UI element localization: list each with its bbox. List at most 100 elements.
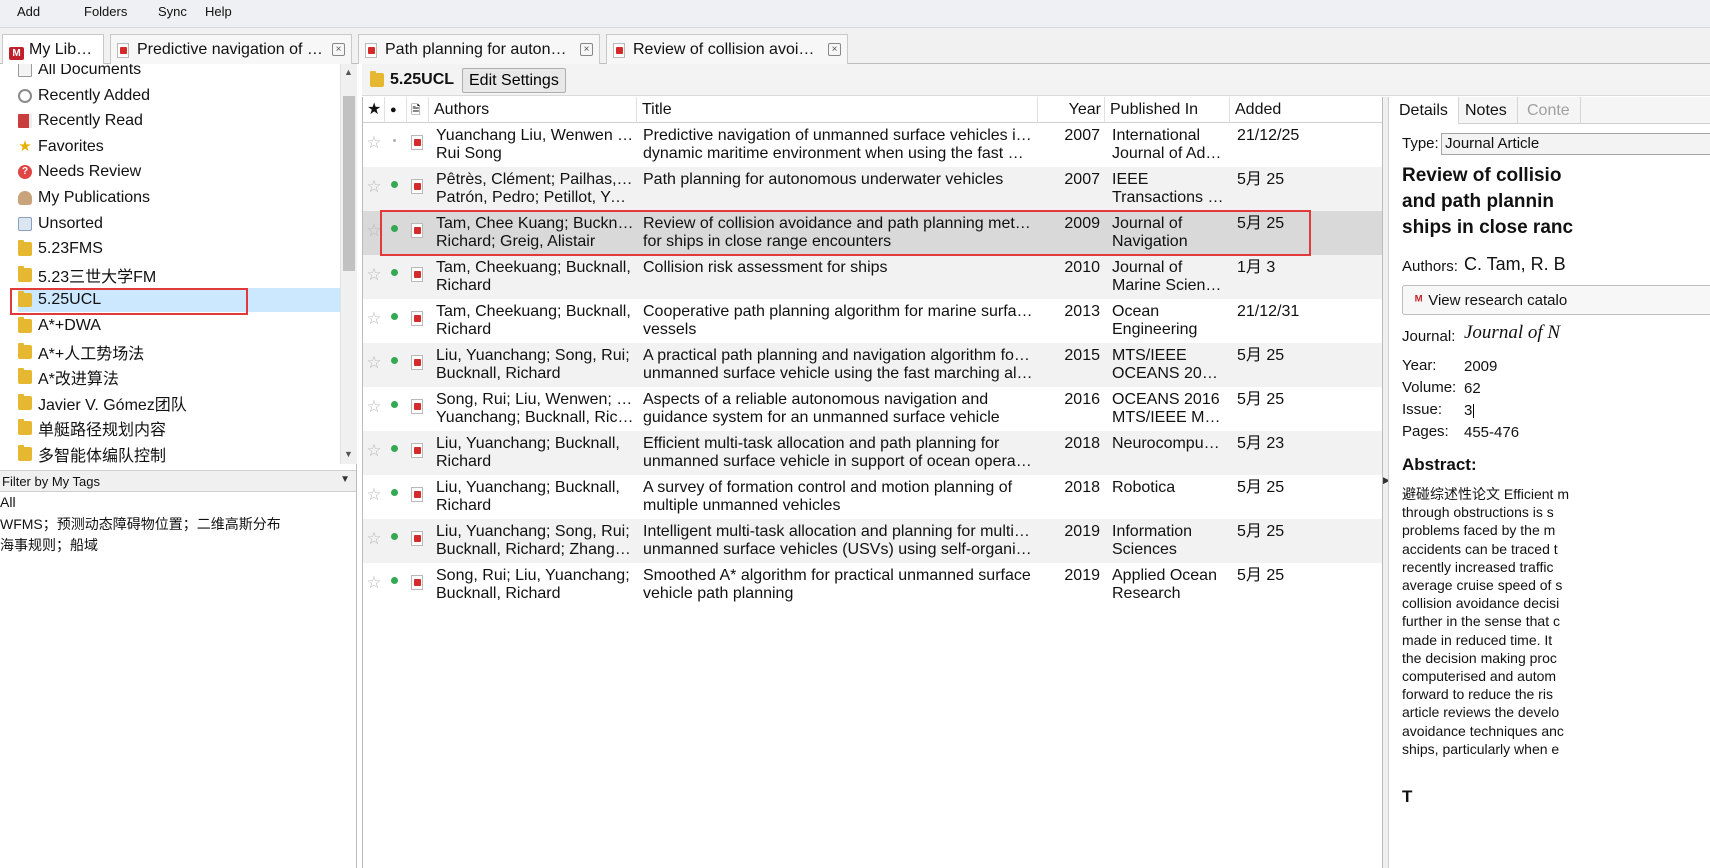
pages-value[interactable]: 455-476 <box>1464 424 1519 441</box>
year-cell: 2018 <box>1064 479 1100 496</box>
document-type-select[interactable]: Journal Article <box>1441 133 1710 155</box>
tab-label: Review of collision avoidan... <box>633 40 822 58</box>
favorite-star-icon[interactable]: ☆ <box>363 134 385 170</box>
column-file-header[interactable]: 🗎 <box>407 97 429 123</box>
edit-settings-button[interactable]: Edit Settings <box>462 68 566 93</box>
menu-sync[interactable]: Sync <box>158 4 187 19</box>
favorite-star-icon[interactable]: ☆ <box>363 178 385 214</box>
sidebar-item[interactable]: Javier V. Gómez团队 <box>18 391 340 415</box>
tab-my-library[interactable]: M My Library <box>2 34 104 65</box>
favorite-star-icon[interactable]: ☆ <box>363 310 385 346</box>
table-row[interactable]: ☆ Liu, Yuanchang; Song, Rui; Bucknall, Ric… <box>363 519 1382 566</box>
read-status-icon[interactable] <box>391 577 401 587</box>
pdf-icon[interactable] <box>411 399 427 435</box>
pdf-icon[interactable] <box>411 355 427 391</box>
tag-filter-dropdown[interactable]: Filter by My Tags ▼ <box>0 470 356 492</box>
column-authors-header[interactable]: Authors <box>429 97 637 123</box>
table-row[interactable]: ☆ Pêtrès, Clément; Pailhas, Yan; Patrón, P… <box>363 167 1382 214</box>
menu-folders[interactable]: Folders <box>84 4 127 19</box>
table-row[interactable]: ☆ Tam, Cheekuang; Bucknall, Richard Collisi… <box>363 255 1382 302</box>
sidebar-item[interactable]: Recently Added <box>18 84 340 108</box>
tab-details[interactable]: Details <box>1389 97 1459 124</box>
pdf-icon[interactable] <box>411 267 427 303</box>
tab-contents[interactable]: Conte <box>1517 97 1581 124</box>
sidebar-item[interactable]: ★ Favorites <box>18 135 340 159</box>
sidebar-item[interactable]: A*改进算法 <box>18 365 340 389</box>
volume-value[interactable]: 62 <box>1464 380 1481 397</box>
favorite-star-icon[interactable]: ☆ <box>363 266 385 302</box>
document-title[interactable]: Review of collisio and path plannin ship… <box>1402 163 1710 241</box>
table-row[interactable]: ☆ Song, Rui; Liu, Yuanchang; Bucknall, Ric… <box>363 563 1382 610</box>
year-value[interactable]: 2009 <box>1464 358 1497 375</box>
tab-document-2[interactable]: Path planning for autonom... × <box>358 34 600 64</box>
sidebar-item[interactable]: 多智能体编队控制 <box>18 442 340 464</box>
pdf-icon[interactable] <box>411 575 427 611</box>
sidebar-item[interactable]: Recently Read <box>18 109 340 133</box>
table-row[interactable]: ☆ Liu, Yuanchang; Song, Rui; Bucknall, Ric… <box>363 343 1382 390</box>
pdf-icon[interactable] <box>411 135 427 171</box>
sidebar-item[interactable]: All Documents <box>18 64 340 82</box>
tab-document-3[interactable]: Review of collision avoidan... × <box>606 34 848 64</box>
read-status-icon[interactable] <box>391 357 401 367</box>
column-read-status-header[interactable]: ● <box>385 97 407 123</box>
cell-line: A practical path planning and navigation… <box>643 347 1033 364</box>
pdf-icon[interactable] <box>411 311 427 347</box>
column-title-header[interactable]: Title <box>637 97 1038 123</box>
favorite-star-icon[interactable]: ☆ <box>363 574 385 610</box>
scroll-up-icon[interactable]: ▲ <box>344 67 353 77</box>
pdf-icon[interactable] <box>411 487 427 523</box>
title-cell: Efficient multi-task allocation and path… <box>643 435 1033 471</box>
sidebar-item[interactable]: 5.23三世大学FM <box>18 263 340 287</box>
close-icon[interactable]: × <box>332 43 345 56</box>
menu-help[interactable]: Help <box>205 4 232 19</box>
authors-value[interactable]: C. Tam, R. B <box>1464 254 1566 275</box>
table-row[interactable]: ☆ Liu, Yuanchang; Bucknall, Richard Efficie… <box>363 431 1382 478</box>
sidebar-item[interactable]: 5.23FMS <box>18 237 340 261</box>
read-status-icon[interactable] <box>391 445 401 455</box>
favorite-star-icon[interactable]: ☆ <box>363 442 385 478</box>
pdf-icon[interactable] <box>411 531 427 567</box>
sidebar-item[interactable]: A*+人工势场法 <box>18 340 340 364</box>
pdf-icon[interactable] <box>411 443 427 479</box>
close-icon[interactable]: × <box>828 43 841 56</box>
tag-item[interactable]: 海事规则；船域 <box>0 535 98 555</box>
sidebar-item[interactable]: ? Needs Review <box>18 160 340 184</box>
abstract-text[interactable]: 避碰综述性论文 Efficient m through obstructions … <box>1402 485 1710 758</box>
view-research-catalog-button[interactable]: ᴹ View research catalo <box>1402 285 1710 315</box>
tag-item[interactable]: WFMS；预测动态障碍物位置；二维高斯分布 <box>0 514 281 534</box>
column-year-header[interactable]: Year <box>1038 97 1105 123</box>
column-added-header[interactable]: Added <box>1230 97 1382 123</box>
sidebar-item[interactable]: My Publications <box>18 186 340 210</box>
favorite-star-icon[interactable]: ☆ <box>363 398 385 434</box>
sidebar-item-label: A*改进算法 <box>38 371 119 389</box>
sidebar-item[interactable]: 单艇路径规划内容 <box>18 416 340 440</box>
sidebar-item[interactable]: Unsorted <box>18 212 340 236</box>
favorite-star-icon[interactable]: ☆ <box>363 354 385 390</box>
read-status-icon[interactable] <box>391 181 401 191</box>
issue-field[interactable]: 3 <box>1464 402 1475 419</box>
scroll-down-icon[interactable]: ▼ <box>344 449 353 459</box>
tab-notes[interactable]: Notes <box>1455 97 1518 124</box>
tab-document-1[interactable]: Predictive navigation of un... × <box>110 34 352 64</box>
table-row[interactable]: ☆ Song, Rui; Liu, Wenwen; Liu, Yuanchang; … <box>363 387 1382 434</box>
read-status-icon[interactable] <box>391 313 401 323</box>
journal-value[interactable]: Journal of N <box>1464 322 1560 344</box>
table-row[interactable]: ☆ Liu, Yuanchang; Bucknall, Richard A surve… <box>363 475 1382 522</box>
favorite-star-icon[interactable]: ☆ <box>363 530 385 566</box>
close-icon[interactable]: × <box>580 43 593 56</box>
read-status-icon[interactable] <box>391 137 401 147</box>
menu-add[interactable]: Add <box>17 4 40 19</box>
table-row[interactable]: ☆ Yuanchang Liu, Wenwen Liu, Rui Song Predi… <box>363 123 1382 170</box>
tag-item[interactable]: All <box>0 494 16 510</box>
column-published-in-header[interactable]: Published In <box>1105 97 1230 123</box>
sidebar-item[interactable]: A*+DWA <box>18 314 340 338</box>
scrollbar-thumb[interactable] <box>343 96 355 271</box>
table-row[interactable]: ☆ Tam, Cheekuang; Bucknall, Richard Coopera… <box>363 299 1382 346</box>
read-status-icon[interactable] <box>391 269 401 279</box>
column-favorite-header[interactable]: ★ <box>363 97 385 123</box>
read-status-icon[interactable] <box>391 489 401 499</box>
read-status-icon[interactable] <box>391 401 401 411</box>
read-status-icon[interactable] <box>391 533 401 543</box>
favorite-star-icon[interactable]: ☆ <box>363 486 385 522</box>
folder-tree-scrollbar[interactable]: ▲ ▼ <box>340 64 357 464</box>
